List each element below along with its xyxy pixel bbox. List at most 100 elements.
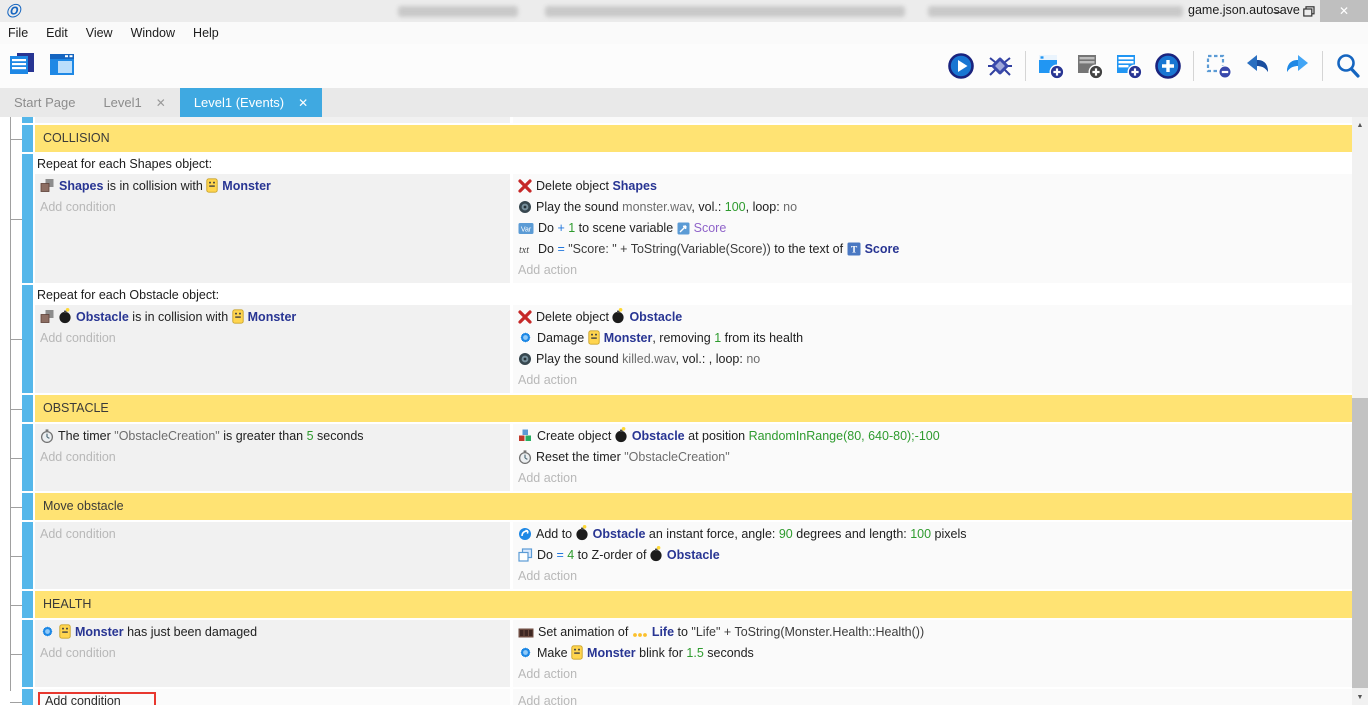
- play-button[interactable]: [947, 52, 975, 80]
- conditions-cell[interactable]: Shapes is in collision with Monster Add c…: [35, 174, 510, 283]
- event-selection-bar[interactable]: [22, 154, 33, 283]
- scroll-down-icon[interactable]: ▼: [1352, 689, 1368, 705]
- action-line[interactable]: Reset the timer "ObstacleCreation": [516, 447, 1352, 468]
- action-line[interactable]: Delete object Obstacle: [516, 307, 1352, 328]
- event-selection-bar[interactable]: [22, 424, 33, 491]
- tab-start-page[interactable]: Start Page: [0, 88, 89, 117]
- add-event-button[interactable]: [1037, 52, 1065, 80]
- add-action-link[interactable]: Add action: [516, 468, 1352, 489]
- tab-level1-events[interactable]: Level1 (Events) ✕: [180, 88, 322, 117]
- event-text-segment: has just been damaged: [124, 625, 257, 639]
- conditions-cell[interactable]: Obstacle is in collision with MonsterAdd…: [35, 305, 510, 393]
- event-text-segment: to Z-order of: [574, 548, 650, 562]
- menu-file[interactable]: File: [0, 22, 37, 44]
- foreach-event: Repeat for each Shapes object:Shapes is …: [22, 154, 1352, 283]
- actions-cell[interactable]: Set animation of Life to "Life" + ToStri…: [510, 620, 1352, 687]
- event-text-segment: Add condition: [40, 200, 116, 214]
- add-action-link[interactable]: Add action: [516, 370, 1352, 391]
- add-action-link[interactable]: Add action: [516, 691, 1352, 705]
- add-action-link[interactable]: Add action: [516, 566, 1352, 587]
- event-selection-bar[interactable]: [22, 117, 33, 123]
- action-line[interactable]: Play the sound killed.wav, vol.: , loop:…: [516, 349, 1352, 370]
- event-selection-bar[interactable]: [22, 493, 33, 520]
- add-comment-button[interactable]: [1076, 52, 1104, 80]
- event-selection-bar[interactable]: [22, 620, 33, 687]
- event-selection-bar[interactable]: [22, 285, 33, 393]
- action-line[interactable]: Set animation of Life to "Life" + ToStri…: [516, 622, 1352, 643]
- foreach-header[interactable]: Repeat for each Obstacle object:: [35, 285, 1352, 305]
- action-line[interactable]: txtDo = "Score: " + ToString(Variable(Sc…: [516, 239, 1352, 260]
- menu-view[interactable]: View: [77, 22, 122, 44]
- menu-edit[interactable]: Edit: [37, 22, 77, 44]
- deselect-button[interactable]: [1205, 52, 1233, 80]
- action-line[interactable]: Damage Monster, removing 1 from its heal…: [516, 328, 1352, 349]
- menu-help[interactable]: Help: [184, 22, 228, 44]
- action-line[interactable]: Create object Obstacle at position Rando…: [516, 426, 1352, 447]
- condition-line[interactable]: Obstacle is in collision with Monster: [38, 307, 510, 328]
- add-action-link[interactable]: Add action: [516, 664, 1352, 685]
- comment-label[interactable]: Move obstacle: [35, 493, 1352, 520]
- minimize-button[interactable]: –: [1262, 0, 1292, 22]
- event-text-segment: Shapes: [612, 179, 656, 193]
- actions-cell[interactable]: Add to Obstacle an instant force, angle:…: [510, 522, 1352, 589]
- undo-button[interactable]: [1244, 52, 1272, 80]
- event-selection-bar[interactable]: [22, 689, 33, 705]
- action-line[interactable]: Make Monster blink for 1.5 seconds: [516, 643, 1352, 664]
- event-text-segment: Do: [538, 221, 557, 235]
- actions-cell[interactable]: Create object Obstacle at position Rando…: [510, 424, 1352, 491]
- actions-cell[interactable]: Delete object ShapesPlay the sound monst…: [510, 174, 1352, 283]
- conditions-cell[interactable]: Monster has just been damagedAdd conditi…: [35, 620, 510, 687]
- monster-icon: [588, 330, 600, 345]
- event-selection-bar[interactable]: [22, 591, 33, 618]
- foreach-header[interactable]: Repeat for each Shapes object:: [35, 154, 1352, 174]
- action-line[interactable]: Do = 4 to Z-order of Obstacle: [516, 545, 1352, 566]
- action-line[interactable]: VarDo + 1 to scene variable Score: [516, 218, 1352, 239]
- actions-cell[interactable]: Delete object ObstacleDamage Monster, re…: [510, 305, 1352, 393]
- add-condition-link[interactable]: Add condition: [38, 197, 510, 218]
- close-tab-icon[interactable]: ✕: [298, 96, 308, 110]
- condition-line[interactable]: Shapes is in collision with Monster: [38, 176, 510, 197]
- add-condition-link[interactable]: Add condition: [38, 328, 510, 349]
- project-manager-button[interactable]: [8, 51, 36, 79]
- vertical-scrollbar[interactable]: ▲ ▼: [1352, 117, 1368, 705]
- event-text-segment: Shapes: [59, 179, 103, 193]
- timer-icon: [40, 429, 54, 443]
- event-text-segment: Score: [694, 221, 727, 235]
- event-text-segment: Add action: [518, 667, 577, 681]
- add-condition-link[interactable]: Add condition: [38, 447, 510, 468]
- add-condition-link[interactable]: Add condition: [38, 524, 510, 545]
- force-icon: [518, 527, 532, 541]
- condition-line[interactable]: Monster has just been damaged: [38, 622, 510, 643]
- action-line[interactable]: Add to Obstacle an instant force, angle:…: [516, 524, 1352, 545]
- add-new-button[interactable]: [1154, 52, 1182, 80]
- comment-label[interactable]: HEALTH: [35, 591, 1352, 618]
- event-selection-bar[interactable]: [22, 395, 33, 422]
- comment-label[interactable]: OBSTACLE: [35, 395, 1352, 422]
- menu-window[interactable]: Window: [122, 22, 184, 44]
- life-icon: [632, 627, 648, 639]
- event-text-segment: +: [557, 221, 568, 235]
- scroll-up-icon[interactable]: ▲: [1352, 117, 1368, 133]
- debug-button[interactable]: [986, 52, 1014, 80]
- condition-line[interactable]: The timer "ObstacleCreation" is greater …: [38, 426, 510, 447]
- action-line[interactable]: Delete object Shapes: [516, 176, 1352, 197]
- scene-editor-button[interactable]: [48, 51, 76, 79]
- add-condition-link[interactable]: Add condition: [38, 692, 156, 705]
- close-tab-icon[interactable]: ✕: [156, 96, 166, 110]
- event-selection-bar[interactable]: [22, 125, 33, 152]
- conditions-cell[interactable]: The timer "ObstacleCreation" is greater …: [35, 424, 510, 491]
- action-line[interactable]: Play the sound monster.wav, vol.: 100, l…: [516, 197, 1352, 218]
- add-action-link[interactable]: Add action: [516, 260, 1352, 281]
- monster-icon: [59, 624, 71, 639]
- conditions-cell[interactable]: Add condition: [35, 522, 510, 589]
- scrollbar-thumb[interactable]: [1352, 398, 1368, 688]
- tab-level1[interactable]: Level1 ✕: [89, 88, 179, 117]
- monster-icon: [206, 178, 218, 193]
- comment-label[interactable]: COLLISION: [35, 125, 1352, 152]
- add-subevent-button[interactable]: [1115, 52, 1143, 80]
- add-condition-link[interactable]: Add condition: [38, 643, 510, 664]
- event-selection-bar[interactable]: [22, 522, 33, 589]
- search-button[interactable]: [1334, 52, 1362, 80]
- close-button[interactable]: ✕: [1320, 0, 1368, 22]
- redo-button[interactable]: [1283, 52, 1311, 80]
